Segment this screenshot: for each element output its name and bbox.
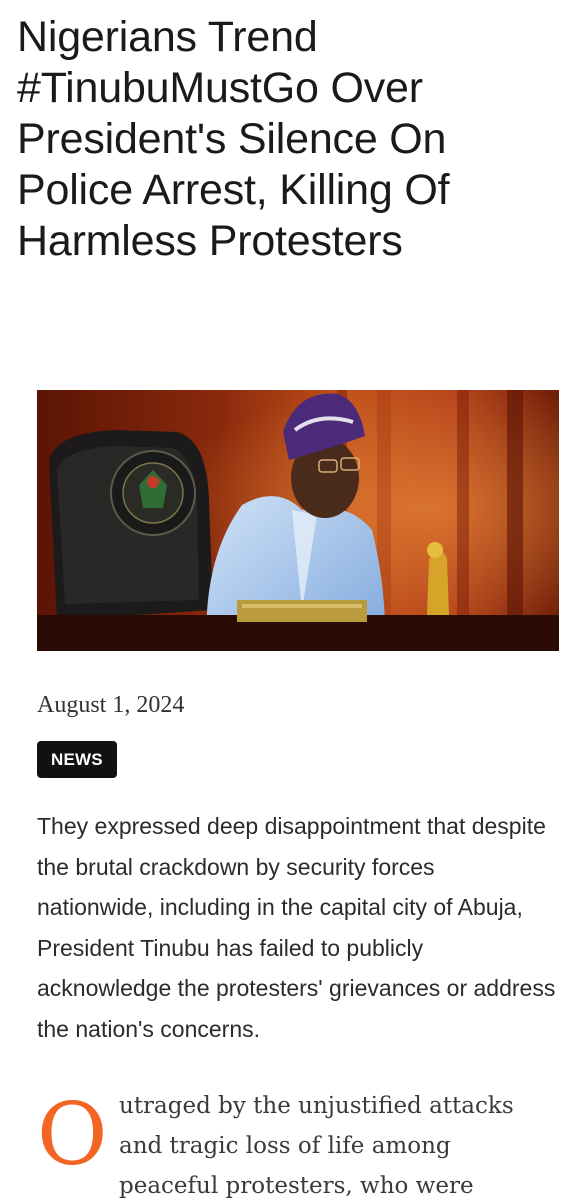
- drop-cap: O: [37, 1085, 108, 1185]
- body-line-3: peaceful protesters, who were: [119, 1173, 474, 1199]
- publish-date: August 1, 2024: [37, 692, 185, 718]
- body-line-2: and tragic loss of life among: [119, 1133, 451, 1159]
- body-line-1: utraged by the unjustified attacks: [119, 1093, 514, 1119]
- article-page: Nigerians Trend #TinubuMustGo Over Presi…: [0, 0, 566, 1200]
- photo-icon: [37, 390, 559, 651]
- article-hero-image[interactable]: [37, 390, 559, 651]
- article-title: Nigerians Trend #TinubuMustGo Over Presi…: [17, 13, 450, 265]
- article-summary: They expressed deep disappointment that …: [37, 813, 556, 1042]
- category-badge[interactable]: NEWS: [37, 741, 117, 778]
